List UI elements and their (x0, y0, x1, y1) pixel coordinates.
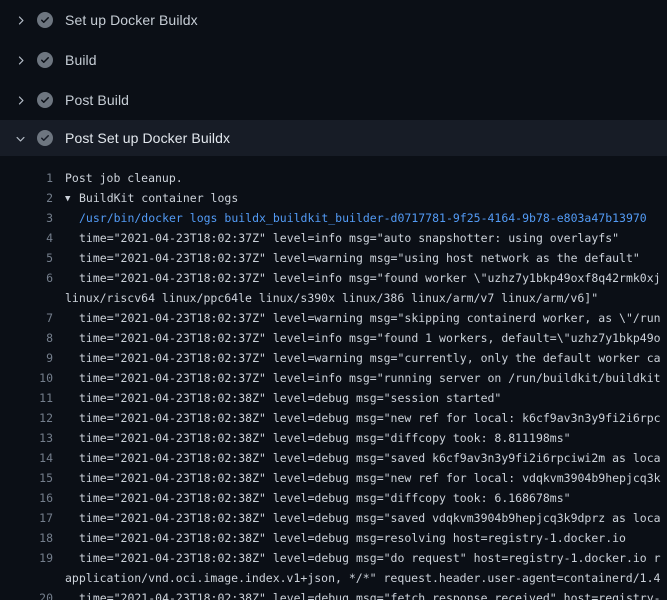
line-number[interactable]: 8 (0, 328, 53, 348)
line-number[interactable]: 15 (0, 468, 53, 488)
log-text: time="2021-04-23T18:02:37Z" level=warnin… (65, 348, 667, 368)
log-group-toggle[interactable]: ▼BuildKit container logs (65, 188, 667, 208)
line-number (0, 568, 53, 588)
line-number[interactable]: 3 (0, 208, 53, 228)
chevron-right-icon (13, 13, 27, 27)
log-row: application/vnd.oci.image.index.v1+json,… (0, 568, 667, 588)
line-number[interactable]: 17 (0, 508, 53, 528)
step-label: Build (65, 52, 97, 68)
step-row-post-build[interactable]: Post Build (0, 80, 667, 120)
line-number[interactable]: 5 (0, 248, 53, 268)
log-text: time="2021-04-23T18:02:38Z" level=debug … (65, 548, 667, 568)
log-text: time="2021-04-23T18:02:38Z" level=debug … (65, 428, 667, 448)
line-number[interactable]: 7 (0, 308, 53, 328)
log-row: 15 time="2021-04-23T18:02:38Z" level=deb… (0, 468, 667, 488)
log-row: 6 time="2021-04-23T18:02:37Z" level=info… (0, 268, 667, 288)
log-row: 19 time="2021-04-23T18:02:38Z" level=deb… (0, 548, 667, 568)
line-number[interactable]: 14 (0, 448, 53, 468)
log-row: 8 time="2021-04-23T18:02:37Z" level=info… (0, 328, 667, 348)
line-number[interactable]: 2 (0, 188, 53, 208)
log-row: 11 time="2021-04-23T18:02:38Z" level=deb… (0, 388, 667, 408)
line-number[interactable]: 9 (0, 348, 53, 368)
log-text: time="2021-04-23T18:02:37Z" level=info m… (65, 268, 667, 288)
log-row: linux/riscv64 linux/ppc64le linux/s390x … (0, 288, 667, 308)
log-text: time="2021-04-23T18:02:37Z" level=info m… (65, 368, 667, 388)
line-number (0, 288, 53, 308)
group-title: BuildKit container logs (79, 191, 238, 205)
line-number[interactable]: 10 (0, 368, 53, 388)
step-row-build[interactable]: Build (0, 40, 667, 80)
check-circle-icon (37, 52, 53, 68)
log-text: time="2021-04-23T18:02:38Z" level=debug … (65, 508, 667, 528)
log-text: time="2021-04-23T18:02:38Z" level=debug … (65, 488, 667, 508)
log-row: 9 time="2021-04-23T18:02:37Z" level=warn… (0, 348, 667, 368)
log-row: 10 time="2021-04-23T18:02:37Z" level=inf… (0, 368, 667, 388)
log-row: 1 Post job cleanup. (0, 168, 667, 188)
log-row: 12 time="2021-04-23T18:02:38Z" level=deb… (0, 408, 667, 428)
log-row: 5 time="2021-04-23T18:02:37Z" level=warn… (0, 248, 667, 268)
step-label: Post Build (65, 92, 129, 108)
log-text: time="2021-04-23T18:02:38Z" level=debug … (65, 528, 667, 548)
log-row: 7 time="2021-04-23T18:02:37Z" level=warn… (0, 308, 667, 328)
log-text: time="2021-04-23T18:02:38Z" level=debug … (65, 468, 667, 488)
log-row: 3 /usr/bin/docker logs buildx_buildkit_b… (0, 208, 667, 228)
chevron-right-icon (13, 93, 27, 107)
group-expanded-triangle-icon: ▼ (65, 189, 79, 208)
line-number[interactable]: 12 (0, 408, 53, 428)
line-number[interactable]: 18 (0, 528, 53, 548)
steps-panel: Set up Docker Buildx Build Post Build Po… (0, 0, 667, 156)
step-row-post-set-up-docker-buildx[interactable]: Post Set up Docker Buildx (0, 120, 667, 156)
workflow-log-viewer: Set up Docker Buildx Build Post Build Po… (0, 0, 667, 600)
log-text: application/vnd.oci.image.index.v1+json,… (65, 568, 667, 588)
log-panel: 1 Post job cleanup. 2 ▼BuildKit containe… (0, 156, 667, 600)
line-number[interactable]: 11 (0, 388, 53, 408)
log-row: 20 time="2021-04-23T18:02:38Z" level=deb… (0, 588, 667, 600)
log-command-text: /usr/bin/docker logs buildx_buildkit_bui… (65, 208, 667, 228)
log-row: 16 time="2021-04-23T18:02:38Z" level=deb… (0, 488, 667, 508)
log-text: time="2021-04-23T18:02:38Z" level=debug … (65, 448, 667, 468)
log-row: 17 time="2021-04-23T18:02:38Z" level=deb… (0, 508, 667, 528)
line-number[interactable]: 20 (0, 588, 53, 600)
step-label: Set up Docker Buildx (65, 12, 198, 28)
line-number[interactable]: 1 (0, 168, 53, 188)
log-text: time="2021-04-23T18:02:38Z" level=debug … (65, 588, 667, 600)
log-row: 14 time="2021-04-23T18:02:38Z" level=deb… (0, 448, 667, 468)
line-number[interactable]: 16 (0, 488, 53, 508)
log-text: time="2021-04-23T18:02:37Z" level=warnin… (65, 308, 667, 328)
log-text: Post job cleanup. (65, 168, 667, 188)
log-text: time="2021-04-23T18:02:37Z" level=info m… (65, 228, 667, 248)
log-text: time="2021-04-23T18:02:38Z" level=debug … (65, 408, 667, 428)
log-row: 2 ▼BuildKit container logs (0, 188, 667, 208)
check-circle-icon (37, 130, 53, 146)
log-text: time="2021-04-23T18:02:37Z" level=warnin… (65, 248, 667, 268)
line-number[interactable]: 4 (0, 228, 53, 248)
step-row-set-up-docker-buildx[interactable]: Set up Docker Buildx (0, 0, 667, 40)
chevron-down-icon (13, 131, 27, 145)
check-circle-icon (37, 12, 53, 28)
log-row: 13 time="2021-04-23T18:02:38Z" level=deb… (0, 428, 667, 448)
log-text: time="2021-04-23T18:02:38Z" level=debug … (65, 388, 667, 408)
log-row: 18 time="2021-04-23T18:02:38Z" level=deb… (0, 528, 667, 548)
line-number[interactable]: 6 (0, 268, 53, 288)
line-number[interactable]: 19 (0, 548, 53, 568)
log-row: 4 time="2021-04-23T18:02:37Z" level=info… (0, 228, 667, 248)
log-text: linux/riscv64 linux/ppc64le linux/s390x … (65, 288, 667, 308)
log-text: time="2021-04-23T18:02:37Z" level=info m… (65, 328, 667, 348)
check-circle-icon (37, 92, 53, 108)
chevron-right-icon (13, 53, 27, 67)
line-number[interactable]: 13 (0, 428, 53, 448)
step-label: Post Set up Docker Buildx (65, 130, 230, 146)
